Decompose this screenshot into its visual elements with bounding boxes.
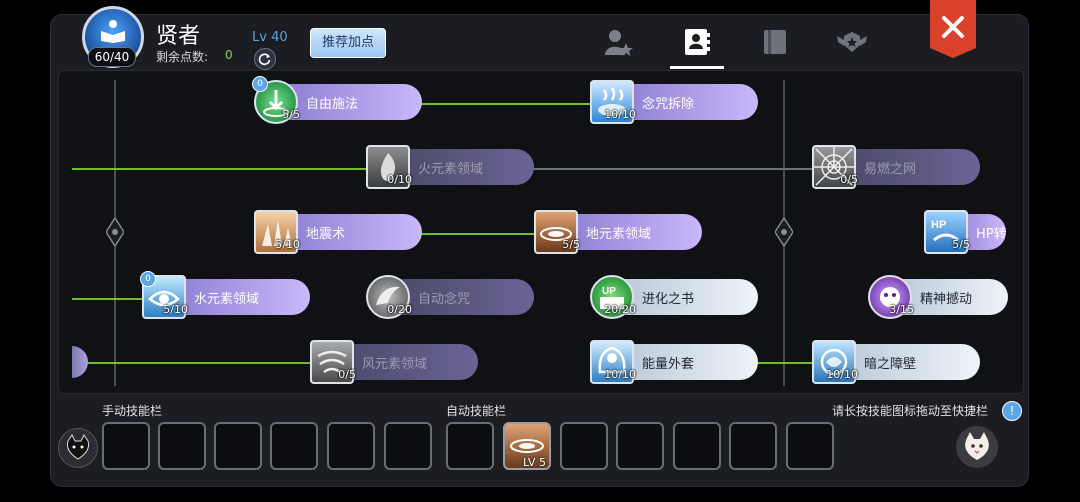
skill-name: 火元素领域 xyxy=(418,162,484,177)
refresh-button[interactable] xyxy=(254,48,276,70)
skill-level: 5/10 xyxy=(275,238,300,251)
book-icon xyxy=(101,20,125,43)
auto-skill-slot[interactable] xyxy=(446,422,494,470)
skill-name: 能量外套 xyxy=(642,357,695,372)
manual-skill-slot[interactable] xyxy=(327,422,375,470)
skill-level: 5/5 xyxy=(282,108,300,121)
skill-name: 念咒拆除 xyxy=(642,97,695,112)
auto-skill-slot[interactable] xyxy=(673,422,721,470)
slot-level: LV 5 xyxy=(523,456,546,469)
tab-emblem[interactable] xyxy=(834,26,870,58)
close-button[interactable] xyxy=(930,0,976,58)
recommend-button[interactable]: 推荐加点 xyxy=(310,28,386,58)
tab-book[interactable] xyxy=(757,26,793,58)
skill-name: 地元素领域 xyxy=(586,227,652,242)
skill-level: 20/20 xyxy=(604,303,636,316)
diamond-ornament-icon xyxy=(775,218,793,246)
skill-link xyxy=(756,362,814,364)
auto-bar-label: 自动技能栏 xyxy=(446,404,507,418)
skill-name: 风元素领域 xyxy=(362,357,428,372)
skill-name: 水元素领域 xyxy=(194,292,260,307)
auto-mode-cat-icon[interactable] xyxy=(956,426,998,468)
skill-name: 进化之书 xyxy=(642,292,695,307)
tab-skills[interactable] xyxy=(678,26,714,58)
skill-level: 3/15 xyxy=(889,303,914,316)
close-icon xyxy=(930,0,976,58)
class-name: 贤者 xyxy=(156,24,201,49)
manual-skill-slot[interactable] xyxy=(214,422,262,470)
skill-link xyxy=(420,103,592,105)
skill-level: 0/10 xyxy=(387,173,412,186)
auto-skill-slot[interactable] xyxy=(786,422,834,470)
skill-level: 0/5 xyxy=(338,368,356,381)
skill-level: 0/5 xyxy=(840,173,858,186)
skill-link xyxy=(420,233,536,235)
manual-skill-slot[interactable] xyxy=(270,422,318,470)
auto-skill-slot[interactable]: LV 5 xyxy=(503,422,551,470)
info-badge[interactable]: 0 xyxy=(252,76,268,92)
skill-name: 自动念咒 xyxy=(418,292,471,307)
tab-character[interactable] xyxy=(600,26,636,58)
skill-level: 5/5 xyxy=(952,238,970,251)
skill-link xyxy=(88,362,312,364)
skill-name: 易燃之网 xyxy=(864,162,917,177)
skill-level: 5/5 xyxy=(562,238,580,251)
skill-name: 暗之障壁 xyxy=(864,357,917,372)
skill-name: 地震术 xyxy=(306,227,346,242)
skill-link xyxy=(72,298,144,300)
avatar-level: 60/40 xyxy=(88,47,136,67)
manual-mode-cat-icon[interactable] xyxy=(58,428,98,468)
diamond-ornament-icon xyxy=(106,218,124,246)
info-badge[interactable]: 0 xyxy=(140,271,156,287)
auto-skill-slot[interactable] xyxy=(560,422,608,470)
skill-level: 5/10 xyxy=(163,303,188,316)
points-label: 剩余点数: xyxy=(156,50,209,64)
skill-name: 自由施法 xyxy=(306,97,359,112)
auto-skill-slot[interactable] xyxy=(729,422,777,470)
skill-level: 10/10 xyxy=(604,108,636,121)
manual-skill-slot[interactable] xyxy=(102,422,150,470)
person-star-icon xyxy=(605,30,633,56)
svg-text:UP: UP xyxy=(602,286,616,297)
refresh-icon xyxy=(258,53,271,66)
skill-level: 10/10 xyxy=(604,368,636,381)
emblem-icon xyxy=(837,32,867,52)
skill-name: HP转 xyxy=(976,227,1007,242)
manual-skill-slot[interactable] xyxy=(384,422,432,470)
skill-link xyxy=(72,168,368,170)
manual-skill-slot[interactable] xyxy=(158,422,206,470)
help-icon[interactable]: ! xyxy=(1002,401,1022,421)
character-level: Lv 40 xyxy=(252,30,288,45)
contact-book-icon xyxy=(685,29,710,55)
drag-hint: 请长按技能图标拖动至快捷栏 xyxy=(832,404,989,418)
auto-skill-slot[interactable] xyxy=(616,422,664,470)
skill-link xyxy=(530,168,814,170)
skill-level: 0/20 xyxy=(387,303,412,316)
svg-text:HP: HP xyxy=(931,219,946,231)
active-tab-indicator xyxy=(670,66,724,69)
skill-level: 10/10 xyxy=(826,368,858,381)
manual-bar-label: 手动技能栏 xyxy=(102,404,163,418)
book-icon xyxy=(764,30,786,54)
points-value: 0 xyxy=(225,48,233,62)
skill-name: 精神撼动 xyxy=(920,292,973,307)
